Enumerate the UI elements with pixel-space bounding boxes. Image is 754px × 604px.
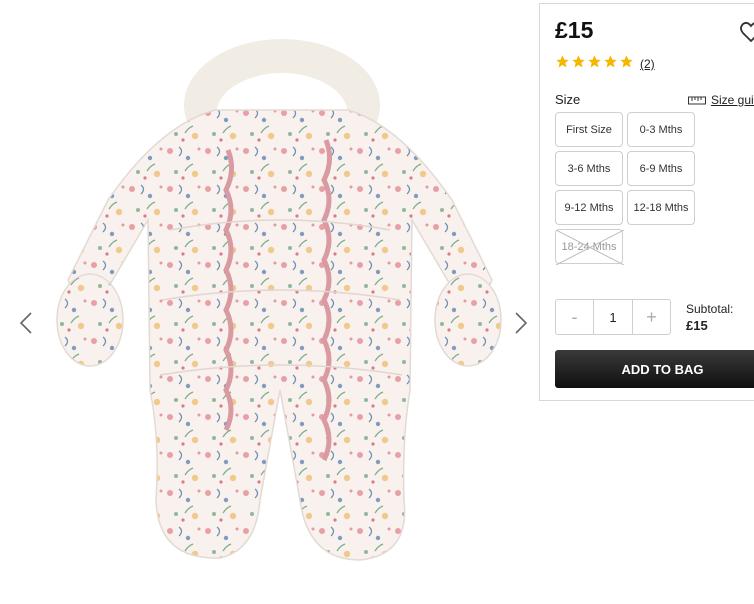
size-option[interactable]: 6-9 Mths xyxy=(627,151,695,186)
star-icon xyxy=(572,55,585,68)
star-icon xyxy=(604,55,617,68)
gallery-prev-button[interactable] xyxy=(16,308,36,338)
quantity-decrease-button[interactable]: - xyxy=(556,300,593,334)
quantity-stepper: - 1 + xyxy=(555,299,671,335)
subtotal-label: Subtotal: xyxy=(686,302,734,316)
size-option-label: 9-12 Mths xyxy=(564,201,614,214)
ruler-icon xyxy=(688,96,706,105)
add-to-bag-button[interactable]: ADD TO BAG xyxy=(555,350,754,388)
size-options: First Size 0-3 Mths 3-6 Mths 6-9 Mths 9-12 M… xyxy=(555,112,705,265)
product-gallery xyxy=(0,0,540,604)
size-option-label: 0-3 Mths xyxy=(639,123,683,136)
size-option-label: 3-6 Mths xyxy=(567,162,611,175)
size-option[interactable]: 3-6 Mths xyxy=(555,151,623,186)
size-option[interactable]: 9-12 Mths xyxy=(555,190,623,225)
quantity-value[interactable]: 1 xyxy=(593,300,633,334)
gallery-next-button[interactable] xyxy=(511,308,531,338)
chevron-right-icon xyxy=(515,312,528,334)
size-label: Size xyxy=(555,92,581,107)
size-guide-link[interactable]: Size guide xyxy=(688,93,754,107)
product-purchase-panel: £15 (2) Size Size guide First Size 0-3 Mt… xyxy=(539,3,754,401)
product-rating: (2) xyxy=(555,54,655,74)
star-icon xyxy=(620,55,633,68)
quantity-increase-button[interactable]: + xyxy=(633,300,670,334)
product-image xyxy=(56,39,502,561)
size-option[interactable]: First Size xyxy=(555,112,623,147)
size-option-label: 6-9 Mths xyxy=(639,162,683,175)
product-price: £15 xyxy=(555,17,594,43)
subtotal-value: £15 xyxy=(686,318,708,333)
star-rating xyxy=(555,54,635,74)
star-icon xyxy=(556,55,569,68)
review-count-link[interactable]: (2) xyxy=(640,57,655,71)
size-option-label: 12-18 Mths xyxy=(633,201,689,214)
size-guide-label: Size guide xyxy=(711,93,754,107)
size-option[interactable]: 18-24 Mths xyxy=(555,229,624,265)
size-option[interactable]: 0-3 Mths xyxy=(627,112,695,147)
star-icon xyxy=(588,55,601,68)
size-option-label: First Size xyxy=(566,123,612,136)
chevron-left-icon xyxy=(19,312,32,334)
subtotal: Subtotal: £15 xyxy=(686,302,733,333)
wishlist-button[interactable] xyxy=(739,20,754,44)
size-option[interactable]: 12-18 Mths xyxy=(627,190,695,225)
unavailable-cross-icon xyxy=(556,230,624,265)
heart-icon xyxy=(740,21,754,43)
